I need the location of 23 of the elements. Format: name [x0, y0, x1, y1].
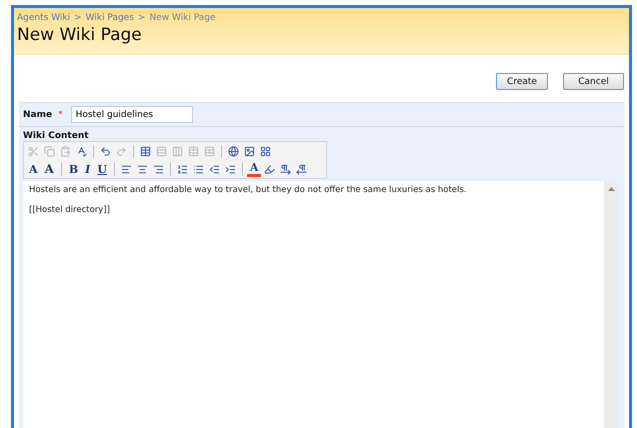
- content-label: Wiki Content: [22, 130, 90, 141]
- cancel-button[interactable]: Cancel: [563, 73, 624, 90]
- size-button[interactable]: A: [42, 161, 57, 177]
- required-mark: *: [58, 110, 63, 120]
- breadcrumb-link[interactable]: Wiki Pages: [86, 13, 134, 23]
- breadcrumb-separator: >: [138, 13, 146, 23]
- bold-button[interactable]: B: [66, 161, 82, 177]
- editor-area[interactable]: Hostels are an efficient and affordable way to travel, but they do not offer the same luxuries as hotels. [[Hostel directory]]: [23, 181, 618, 428]
- breadcrumb-link[interactable]: Agents Wiki: [17, 13, 70, 23]
- scrollbar[interactable]: [604, 181, 618, 428]
- italic-button[interactable]: I: [82, 161, 94, 177]
- font-button[interactable]: A: [26, 161, 41, 177]
- editor-text: Hostels are an efficient and affordable way to travel, but they do not offer the same luxuries as hotels.: [29, 185, 468, 195]
- color-button[interactable]: A: [246, 161, 262, 177]
- breadcrumb-separator: >: [74, 13, 82, 23]
- underline-button[interactable]: U: [94, 161, 110, 177]
- editor-text: [[Hostel directory]]: [29, 205, 111, 215]
- name-label: Name: [23, 110, 52, 120]
- name-field[interactable]: Hostel guidelines: [70, 106, 193, 123]
- breadcrumb-current: New Wiki Page: [149, 13, 216, 23]
- create-button[interactable]: Create: [496, 73, 548, 90]
- scroll-up-icon[interactable]: [608, 187, 614, 191]
- page-title: New Wiki Page: [17, 25, 143, 45]
